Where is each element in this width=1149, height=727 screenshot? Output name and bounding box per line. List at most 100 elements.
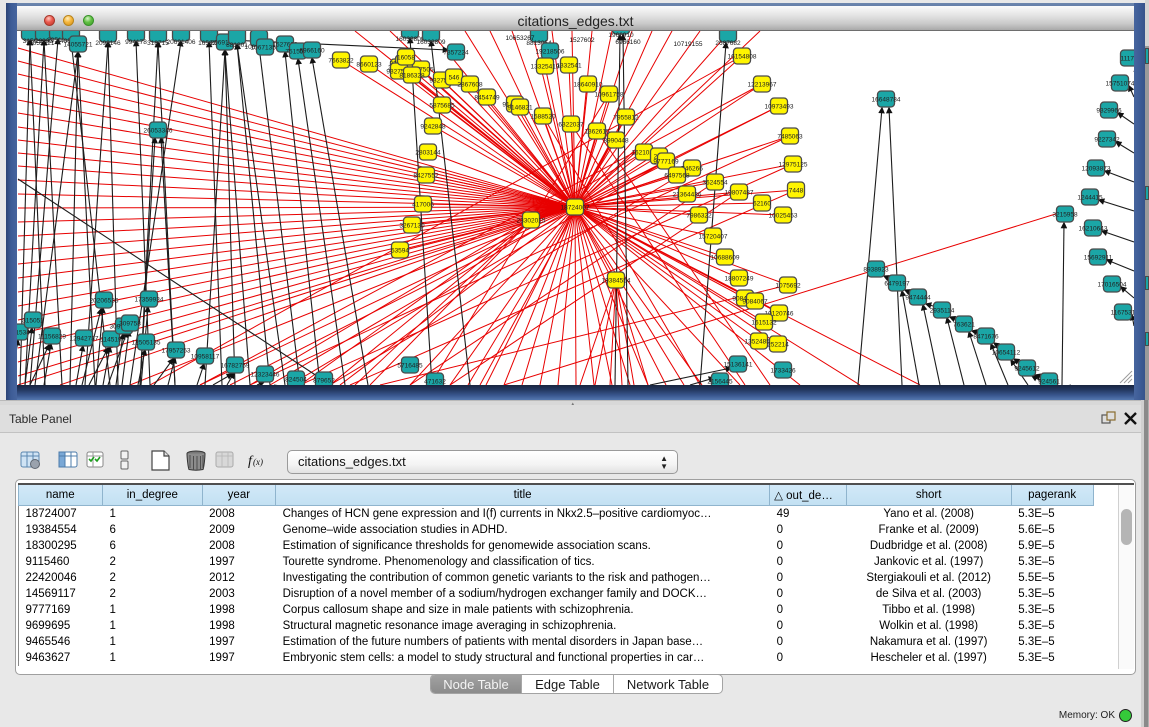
svg-text:2867608: 2867608 bbox=[457, 81, 483, 88]
svg-text:10973493: 10973493 bbox=[765, 103, 794, 110]
svg-text:14055721: 14055721 bbox=[64, 41, 93, 48]
svg-text:417006: 417006 bbox=[412, 201, 434, 208]
svg-text:1615132: 1615132 bbox=[751, 319, 777, 326]
svg-text:15692911: 15692911 bbox=[1084, 254, 1113, 261]
svg-text:10654112: 10654112 bbox=[992, 349, 1021, 356]
svg-text:18724007: 18724007 bbox=[561, 204, 590, 211]
svg-text:1966910: 1966910 bbox=[608, 32, 634, 39]
svg-text:924561: 924561 bbox=[1038, 378, 1060, 385]
svg-text:12975125: 12975125 bbox=[779, 161, 808, 168]
svg-text:10961758: 10961758 bbox=[595, 91, 624, 98]
svg-text:(x): (x) bbox=[253, 457, 263, 467]
svg-text:16154808: 16154808 bbox=[728, 53, 757, 60]
svg-text:3267130: 3267130 bbox=[399, 222, 425, 229]
svg-text:20206536: 20206536 bbox=[90, 297, 119, 304]
svg-text:16648784: 16648784 bbox=[872, 96, 901, 103]
svg-text:252214: 252214 bbox=[767, 341, 789, 348]
svg-text:12942737: 12942737 bbox=[70, 335, 99, 342]
svg-text:6497568: 6497568 bbox=[664, 172, 690, 179]
svg-text:2156445: 2156445 bbox=[707, 378, 733, 385]
svg-text:53594: 53594 bbox=[391, 247, 409, 254]
svg-text:16782759: 16782759 bbox=[221, 362, 250, 369]
svg-text:15751074: 15751074 bbox=[1106, 80, 1134, 87]
svg-text:1588520: 1588520 bbox=[530, 113, 556, 120]
svg-text:994178: 994178 bbox=[125, 39, 147, 46]
svg-text:3215958: 3215958 bbox=[1052, 211, 1078, 218]
svg-text:9227342: 9227342 bbox=[1094, 136, 1120, 143]
svg-text:23302015: 23302015 bbox=[517, 217, 546, 224]
svg-text:18807249: 18807249 bbox=[725, 275, 754, 282]
svg-text:15136141: 15136141 bbox=[724, 361, 753, 368]
svg-text:1733426: 1733426 bbox=[770, 367, 796, 374]
svg-text:9245612: 9245612 bbox=[1014, 365, 1040, 372]
svg-text:17957253: 17957253 bbox=[162, 347, 191, 354]
svg-text:114519: 114519 bbox=[100, 336, 122, 343]
svg-text:471632: 471632 bbox=[424, 378, 446, 385]
svg-text:2099146: 2099146 bbox=[95, 40, 121, 47]
svg-text:8990448: 8990448 bbox=[603, 137, 629, 144]
svg-text:9242848: 9242848 bbox=[420, 123, 446, 130]
svg-text:2935114: 2935114 bbox=[930, 307, 955, 314]
svg-text:5716485: 5716485 bbox=[397, 362, 423, 369]
svg-text:16058: 16058 bbox=[397, 54, 415, 61]
svg-text:6966160: 6966160 bbox=[615, 39, 641, 46]
svg-text:11171: 11171 bbox=[1120, 55, 1134, 62]
svg-text:12323446: 12323446 bbox=[251, 371, 280, 378]
svg-text:8427552: 8427552 bbox=[413, 172, 439, 179]
svg-text:7955812: 7955812 bbox=[613, 114, 639, 121]
svg-text:763621: 763621 bbox=[953, 321, 975, 328]
svg-text:14055721: 14055721 bbox=[26, 40, 55, 47]
svg-text:7986322: 7986322 bbox=[686, 212, 712, 219]
svg-text:8186328: 8186328 bbox=[399, 72, 425, 79]
svg-text:1075692: 1075692 bbox=[775, 282, 801, 289]
svg-text:7448: 7448 bbox=[789, 187, 804, 194]
svg-text:15720407: 15720407 bbox=[699, 233, 728, 240]
svg-text:1332541: 1332541 bbox=[556, 62, 582, 69]
svg-text:10719155: 10719155 bbox=[674, 41, 703, 48]
svg-text:20691406: 20691406 bbox=[167, 39, 196, 46]
svg-text:1527602: 1527602 bbox=[569, 37, 595, 44]
svg-text:10807487: 10807487 bbox=[725, 189, 754, 196]
svg-text:391534: 391534 bbox=[17, 329, 30, 336]
svg-text:62160: 62160 bbox=[753, 200, 771, 207]
svg-text:879652: 879652 bbox=[313, 377, 335, 384]
svg-text:7357224: 7357224 bbox=[443, 49, 469, 56]
svg-text:12093873: 12093873 bbox=[1082, 165, 1111, 172]
svg-text:6966160: 6966160 bbox=[299, 47, 325, 54]
svg-text:8938923: 8938923 bbox=[863, 266, 889, 273]
svg-text:9084067: 9084067 bbox=[742, 298, 768, 305]
svg-text:2803144: 2803144 bbox=[415, 149, 441, 156]
svg-text:6322037: 6322037 bbox=[558, 121, 584, 128]
svg-text:9329966: 9329966 bbox=[1096, 107, 1122, 114]
svg-text:315051: 315051 bbox=[22, 317, 44, 324]
svg-text:8454749: 8454749 bbox=[474, 94, 500, 101]
svg-text:9146821: 9146821 bbox=[507, 104, 533, 111]
svg-text:26053346: 26053346 bbox=[144, 127, 173, 134]
svg-text:2687682: 2687682 bbox=[715, 40, 741, 47]
svg-text:309758: 309758 bbox=[119, 320, 141, 327]
svg-text:546: 546 bbox=[449, 74, 460, 81]
svg-text:12213967: 12213967 bbox=[748, 81, 777, 88]
svg-text:10025453: 10025453 bbox=[769, 212, 798, 219]
svg-text:7663822: 7663822 bbox=[328, 57, 354, 64]
svg-text:5875685: 5875685 bbox=[429, 102, 455, 109]
svg-text:18640910: 18640910 bbox=[574, 81, 603, 88]
svg-text:9777169: 9777169 bbox=[653, 158, 679, 165]
svg-text:824504: 824504 bbox=[285, 376, 307, 383]
svg-text:16033809: 16033809 bbox=[417, 39, 446, 46]
svg-text:11156829: 11156829 bbox=[38, 333, 66, 340]
svg-text:10688609: 10688609 bbox=[711, 254, 740, 261]
svg-text:1244415: 1244415 bbox=[1077, 194, 1103, 201]
svg-text:19384554: 19384554 bbox=[602, 277, 631, 284]
svg-text:3624554: 3624554 bbox=[702, 179, 728, 186]
svg-text:7485063: 7485063 bbox=[777, 133, 803, 140]
svg-text:8471676: 8471676 bbox=[973, 333, 999, 340]
svg-text:16210643: 16210643 bbox=[1079, 225, 1108, 232]
svg-text:9474444: 9474444 bbox=[905, 294, 931, 301]
svg-text:1167531: 1167531 bbox=[1111, 309, 1134, 316]
svg-text:21364436: 21364436 bbox=[673, 191, 702, 198]
svg-text:17359934: 17359934 bbox=[135, 296, 164, 303]
svg-text:8660123: 8660123 bbox=[356, 61, 382, 68]
svg-text:1362615: 1362615 bbox=[584, 128, 610, 135]
svg-text:10958117: 10958117 bbox=[191, 353, 220, 360]
